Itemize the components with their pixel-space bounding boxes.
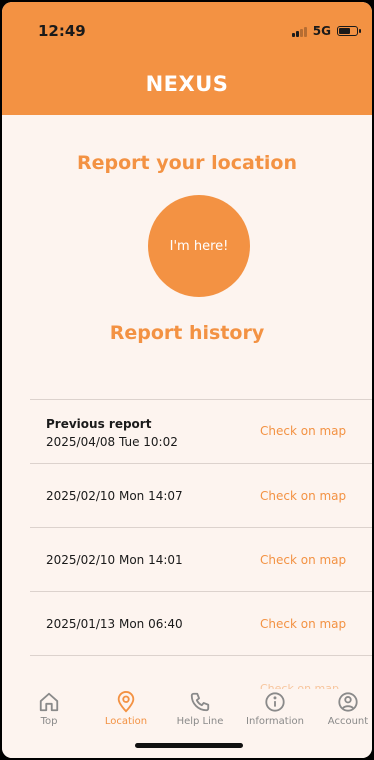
history-divider bbox=[30, 655, 372, 656]
report-location-title: Report your location bbox=[76, 152, 297, 174]
report-date: 2025/02/10 Mon 14:07 bbox=[46, 489, 183, 503]
network-type: 5G bbox=[312, 24, 331, 38]
history-row: 2025/02/10 Mon 14:07 Check on map bbox=[30, 463, 372, 527]
info-icon bbox=[265, 692, 285, 712]
app-title: NEXUS bbox=[145, 72, 229, 96]
history-row: 2025/02/10 Mon 14:01 Check on map bbox=[30, 527, 372, 591]
tab-label: Top bbox=[40, 716, 58, 727]
history-row: 2025/01/13 Mon 06:40 Check on map bbox=[30, 591, 372, 655]
phone-screen: 12:49 5G NEXUS Report your location I'm … bbox=[2, 2, 372, 758]
check-on-map-link[interactable]: Check on map bbox=[260, 617, 346, 631]
check-on-map-link-partial[interactable]: Check on map bbox=[260, 680, 339, 689]
report-history-list: Previous report 2025/04/08 Tue 10:02 Che… bbox=[30, 399, 372, 656]
location-pin-icon bbox=[117, 691, 135, 713]
check-on-map-link[interactable]: Check on map bbox=[260, 489, 346, 503]
check-on-map-link[interactable]: Check on map bbox=[260, 424, 346, 438]
im-here-button[interactable]: I'm here! bbox=[148, 195, 250, 297]
tab-help-line[interactable]: Help Line bbox=[168, 691, 232, 727]
report-date: 2025/01/13 Mon 06:40 bbox=[46, 617, 183, 631]
tab-location[interactable]: Location bbox=[94, 691, 158, 727]
tab-label: Help Line bbox=[176, 716, 224, 727]
check-on-map-link[interactable]: Check on map bbox=[260, 553, 346, 567]
phone-icon bbox=[190, 692, 210, 712]
user-icon bbox=[338, 692, 358, 712]
tab-label: Location bbox=[104, 716, 148, 727]
home-indicator bbox=[135, 743, 243, 748]
tab-label: Account bbox=[327, 716, 369, 727]
history-row: Previous report 2025/04/08 Tue 10:02 Che… bbox=[30, 399, 372, 463]
home-icon bbox=[39, 692, 59, 712]
previous-report-label: Previous report bbox=[46, 417, 152, 431]
battery-icon bbox=[337, 26, 361, 36]
report-history-title: Report history bbox=[109, 322, 265, 344]
signal-icon bbox=[291, 26, 307, 37]
tab-top[interactable]: Top bbox=[17, 691, 81, 727]
tab-information[interactable]: Information bbox=[243, 691, 307, 727]
status-time: 12:49 bbox=[38, 22, 86, 40]
report-date: 2025/02/10 Mon 14:01 bbox=[46, 553, 183, 567]
report-date: 2025/04/08 Tue 10:02 bbox=[46, 435, 178, 449]
app-header: 12:49 5G NEXUS bbox=[2, 2, 372, 115]
tab-account[interactable]: Account bbox=[316, 691, 372, 727]
tab-label: Information bbox=[246, 716, 304, 727]
status-icons: 5G bbox=[291, 24, 361, 38]
